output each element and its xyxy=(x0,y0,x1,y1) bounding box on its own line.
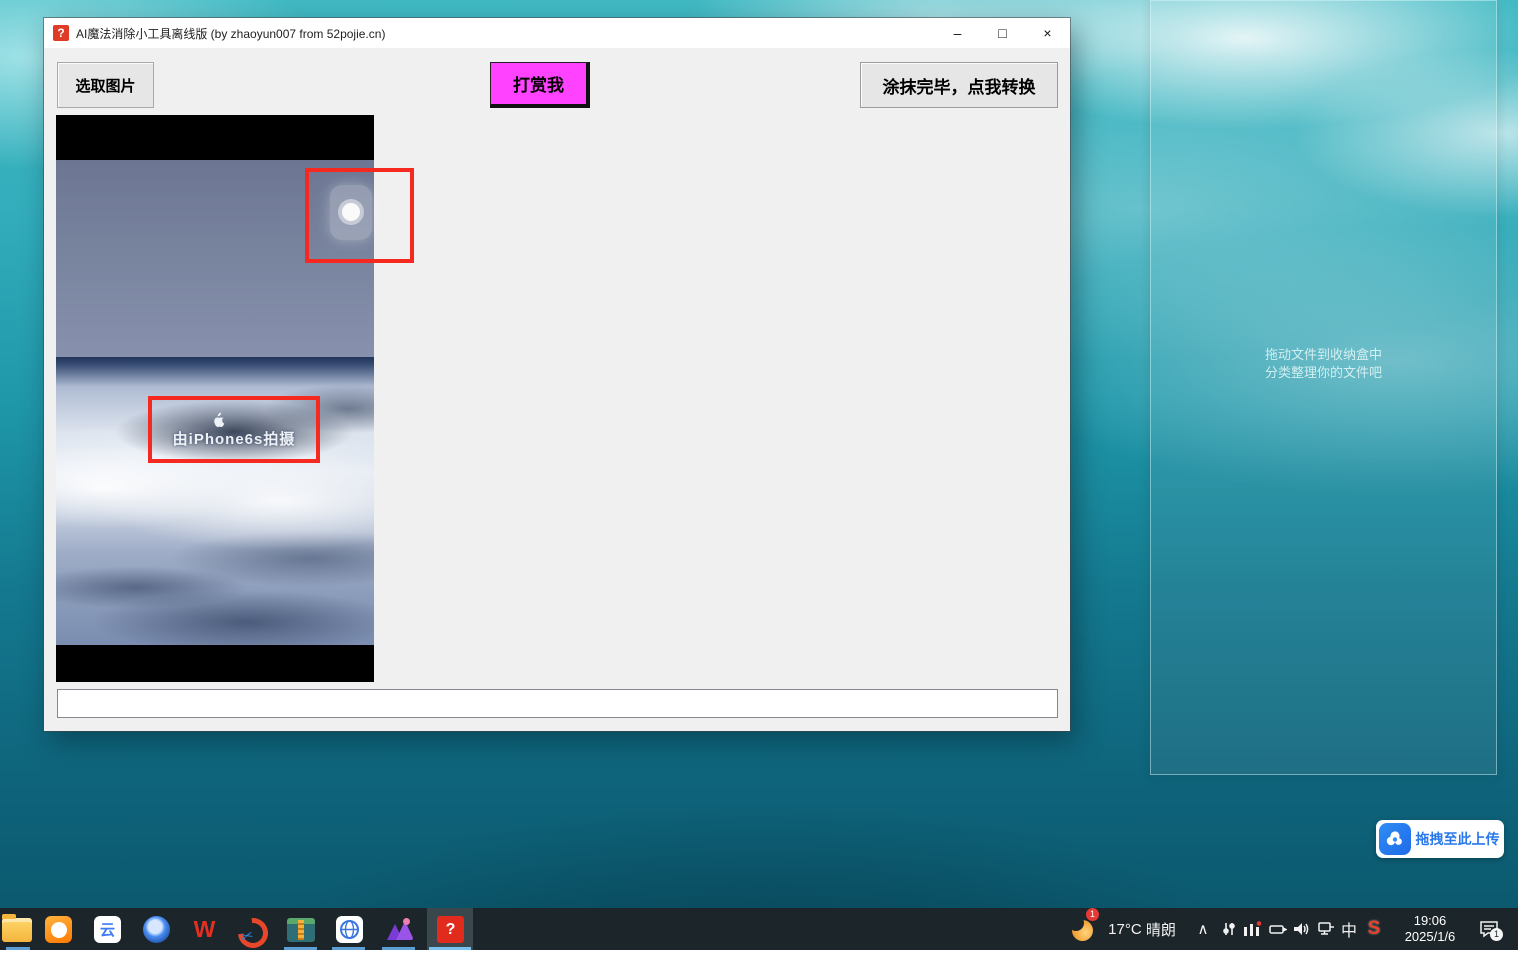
maximize-button[interactable]: □ xyxy=(980,18,1025,48)
zip-archiver-icon[interactable] xyxy=(287,918,315,942)
sogou-input-icon[interactable]: S xyxy=(1362,908,1386,950)
photo-letterbox-bottom xyxy=(56,645,374,682)
cloud-yun-icon[interactable]: 云 xyxy=(94,916,121,943)
photo-viewer-icon[interactable] xyxy=(386,916,413,943)
clock-date: 2025/1/6 xyxy=(1405,929,1456,945)
smear-annotation-box-camera[interactable] xyxy=(305,168,414,263)
weather-temp: 17°C xyxy=(1108,921,1142,938)
clock-time: 19:06 xyxy=(1414,913,1447,929)
file-path-input[interactable] xyxy=(57,689,1058,718)
donate-button[interactable]: 打赏我 xyxy=(490,62,590,108)
taskbar-clock[interactable]: 19:06 2025/1/6 xyxy=(1395,908,1465,950)
collection-box-panel[interactable]: 拖动文件到收纳盒中 分类整理你的文件吧 xyxy=(1150,0,1497,775)
collection-box-hint: 拖动文件到收纳盒中 分类整理你的文件吧 xyxy=(1151,346,1496,382)
close-button[interactable]: × xyxy=(1025,18,1070,48)
blue-circle-browser-icon[interactable] xyxy=(143,916,170,943)
collection-box-hint-line2: 分类整理你的文件吧 xyxy=(1151,364,1496,382)
select-image-button[interactable]: 选取图片 xyxy=(57,62,154,108)
drag-upload-label: 拖拽至此上传 xyxy=(1411,829,1504,849)
screenshot-tool-icon[interactable]: ✂ xyxy=(239,916,266,943)
notification-badge: 1 xyxy=(1490,928,1503,941)
ai-eraser-app-icon[interactable]: ? xyxy=(437,916,464,943)
collection-box-hint-line1: 拖动文件到收纳盒中 xyxy=(1151,346,1496,364)
globe-browser-icon[interactable] xyxy=(336,916,363,943)
baidu-netdisk-icon xyxy=(1379,823,1411,855)
ime-indicator[interactable]: 中 xyxy=(1338,908,1360,950)
file-explorer-icon[interactable] xyxy=(2,918,32,942)
network-icon[interactable] xyxy=(1314,908,1338,950)
app-window: ? AI魔法消除小工具离线版 (by zhaoyun007 from 52poj… xyxy=(44,18,1070,731)
weather-badge: 1 xyxy=(1086,908,1099,921)
tray-expand-chevron-icon[interactable]: ∧ xyxy=(1192,908,1214,950)
taskbar: 云 W ✂ ? 17°C 晴朗 ∧ xyxy=(0,908,1518,950)
window-titlebar[interactable]: ? AI魔法消除小工具离线版 (by zhaoyun007 from 52poj… xyxy=(44,18,1070,48)
drag-upload-button[interactable]: 拖拽至此上传 xyxy=(1376,820,1504,858)
weather-condition: 晴朗 xyxy=(1146,919,1176,940)
app-icon: ? xyxy=(53,25,69,41)
pen-device-icon[interactable] xyxy=(1266,908,1290,950)
signal-bars-icon[interactable] xyxy=(1240,908,1264,950)
audio-mixer-icon[interactable] xyxy=(1218,908,1240,950)
weather-text[interactable]: 17°C 晴朗 xyxy=(1102,908,1182,950)
desktop-background: 拖动文件到收纳盒中 分类整理你的文件吧 拖拽至此上传 ? AI魔法消除小工具离线… xyxy=(0,0,1518,950)
smear-annotation-box-watermark[interactable] xyxy=(148,396,320,463)
convert-button[interactable]: 涂抹完毕，点我转换 xyxy=(860,62,1058,108)
uc-browser-icon[interactable] xyxy=(45,916,72,943)
window-title: AI魔法消除小工具离线版 (by zhaoyun007 from 52pojie… xyxy=(76,25,385,42)
weather-moon-icon[interactable] xyxy=(1072,920,1093,941)
speaker-icon[interactable] xyxy=(1290,908,1314,950)
wps-office-icon[interactable]: W xyxy=(191,916,218,943)
minimize-button[interactable]: – xyxy=(935,18,980,48)
